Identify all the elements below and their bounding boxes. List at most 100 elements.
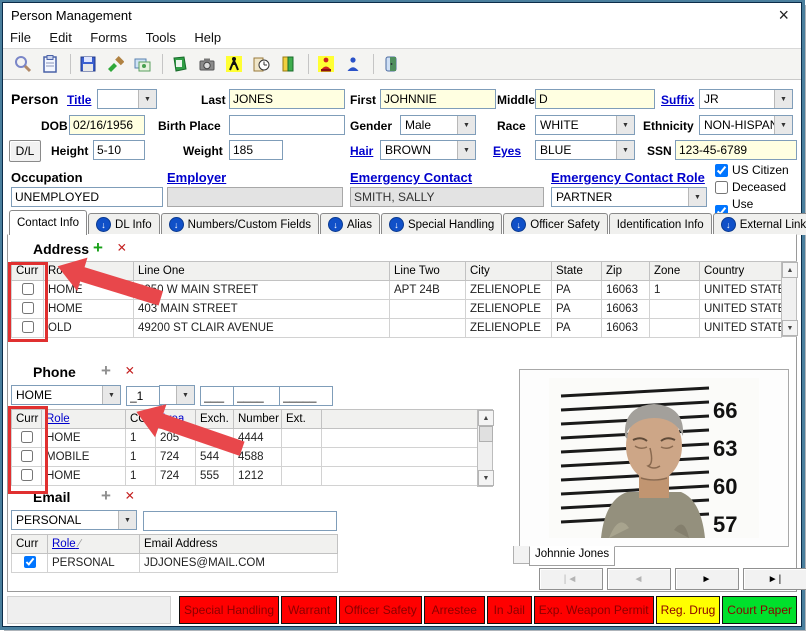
menu-edit[interactable]: Edit — [42, 27, 78, 48]
chevron-down-icon[interactable]: ▼ — [457, 116, 475, 134]
add-phone-icon[interactable]: + — [101, 361, 111, 381]
chevron-down-icon[interactable]: ▼ — [616, 141, 634, 159]
address-book-icon[interactable] — [168, 52, 192, 76]
emergency-contact-field[interactable] — [350, 187, 544, 207]
col-cc[interactable]: CC — [126, 410, 156, 429]
race-select[interactable]: WHITE ▼ — [535, 115, 635, 135]
height-field[interactable] — [93, 140, 145, 160]
chevron-down-icon[interactable]: ▼ — [457, 141, 475, 159]
address-scrollbar[interactable]: ▲ ▼ — [781, 261, 797, 337]
phone-role-select[interactable]: HOME ▼ — [11, 385, 121, 405]
chevron-down-icon[interactable]: ▼ — [176, 386, 194, 404]
add-email-icon[interactable]: + — [101, 486, 111, 506]
col-line-one[interactable]: Line One — [134, 262, 390, 281]
phone-area-field[interactable] — [200, 386, 236, 406]
phone-cc-field[interactable] — [126, 386, 162, 406]
col-exch[interactable]: Exch. — [196, 410, 234, 429]
menu-forms[interactable]: Forms — [83, 27, 134, 48]
search-icon[interactable] — [11, 52, 35, 76]
scroll-up-icon[interactable]: ▲ — [782, 262, 798, 278]
chevron-down-icon[interactable]: ▼ — [688, 188, 706, 206]
deceased-box[interactable] — [715, 181, 728, 194]
chevron-down-icon[interactable]: ▼ — [118, 511, 136, 529]
tab-special-handling[interactable]: ↓Special Handling — [381, 213, 502, 235]
email-role-select[interactable]: PERSONAL ▼ — [11, 510, 137, 530]
tab-officer-safety[interactable]: ↓Officer Safety — [503, 213, 607, 235]
tab-numbers-custom-fields[interactable]: ↓Numbers/Custom Fields — [161, 213, 319, 235]
schedule-icon[interactable] — [249, 52, 273, 76]
photo-caption-tab[interactable]: Johnnie Jones — [529, 546, 615, 566]
add-address-icon[interactable]: + — [93, 238, 103, 258]
curr-checkbox[interactable] — [22, 283, 34, 295]
col-number[interactable]: Number — [234, 410, 282, 429]
menu-help[interactable]: Help — [187, 27, 228, 48]
address-row[interactable]: OLD 49200 ST CLAIR AVENUE ZELIENOPLE PA … — [12, 319, 782, 338]
delete-phone-icon[interactable]: × — [125, 361, 135, 381]
save-icon[interactable] — [76, 52, 100, 76]
chevron-down-icon[interactable]: ▼ — [774, 90, 792, 108]
tab-external-links[interactable]: ↓External Links — [713, 213, 806, 235]
next-photo-button[interactable]: ► — [675, 568, 739, 590]
warrant-flag[interactable]: Warrant — [281, 596, 337, 624]
delete-address-icon[interactable]: × — [117, 238, 127, 258]
notebook-icon[interactable] — [276, 52, 300, 76]
col-role[interactable]: Role — [44, 262, 134, 281]
col-country[interactable]: Country — [700, 262, 782, 281]
col-curr[interactable]: Curr — [12, 262, 44, 281]
curr-checkbox[interactable] — [21, 450, 33, 462]
camera-icon[interactable] — [195, 52, 219, 76]
person-icon[interactable] — [341, 52, 365, 76]
arrestee-flag[interactable]: Arrestee — [424, 596, 485, 624]
tab-alias[interactable]: ↓Alias — [320, 213, 380, 235]
first-name-field[interactable] — [380, 89, 496, 109]
dob-field[interactable] — [69, 115, 145, 135]
col-area[interactable]: Area — [156, 410, 196, 429]
gender-select[interactable]: Male ▼ — [400, 115, 476, 135]
col-curr[interactable]: Curr — [12, 410, 42, 429]
tab-identification-info[interactable]: Identification Info — [609, 213, 712, 235]
scroll-down-icon[interactable]: ▼ — [478, 470, 494, 486]
first-photo-button[interactable]: |◄ — [539, 568, 603, 590]
chevron-down-icon[interactable]: ▼ — [102, 386, 120, 404]
hair-select[interactable]: BROWN ▼ — [380, 140, 476, 160]
curr-checkbox[interactable] — [22, 302, 34, 314]
phone-row[interactable]: MOBILE 1 724 544 4588 — [12, 448, 478, 467]
title-link[interactable]: Title — [67, 93, 91, 107]
curr-checkbox[interactable] — [21, 469, 33, 481]
clipboard-icon[interactable] — [38, 52, 62, 76]
tab-contact-info[interactable]: Contact Info — [9, 210, 87, 235]
scrollbar-thumb[interactable] — [479, 426, 493, 442]
scroll-up-icon[interactable]: ▲ — [478, 410, 494, 426]
court-paper-flag[interactable]: Court Paper — [722, 596, 797, 624]
weight-field[interactable] — [229, 140, 283, 160]
pictures-icon[interactable] — [130, 52, 154, 76]
prev-photo-button[interactable]: ◄ — [607, 568, 671, 590]
last-name-field[interactable] — [229, 89, 345, 109]
last-photo-button[interactable]: ►| — [743, 568, 806, 590]
ethnicity-select[interactable]: NON-HISPANIC ▼ — [699, 115, 793, 135]
phone-exch-field[interactable] — [233, 386, 281, 406]
tab-dl-info[interactable]: ↓DL Info — [88, 213, 160, 235]
in-jail-flag[interactable]: In Jail — [487, 596, 532, 624]
brush-icon[interactable] — [103, 52, 127, 76]
delete-email-icon[interactable]: × — [125, 486, 135, 506]
address-row[interactable]: HOME 403 MAIN STREET ZELIENOPLE PA 16063… — [12, 300, 782, 319]
col-zip[interactable]: Zip — [602, 262, 650, 281]
phone-scrollbar[interactable]: ▲ ▼ — [477, 409, 493, 487]
suffix-select[interactable]: JR ▼ — [699, 89, 793, 109]
birth-place-field[interactable] — [229, 115, 345, 135]
address-row[interactable]: HOME 3950 W MAIN STREET APT 24B ZELIENOP… — [12, 281, 782, 300]
chevron-down-icon[interactable]: ▼ — [774, 116, 792, 134]
curr-checkbox[interactable] — [22, 321, 34, 333]
middle-name-field[interactable] — [535, 89, 655, 109]
us-citizen-checkbox[interactable]: US Citizen — [715, 163, 789, 177]
chevron-down-icon[interactable]: ▼ — [616, 116, 634, 134]
eyes-select[interactable]: BLUE ▼ — [535, 140, 635, 160]
employer-link[interactable]: Employer — [167, 170, 226, 185]
menu-tools[interactable]: Tools — [139, 27, 183, 48]
curr-checkbox[interactable] — [21, 431, 33, 443]
stamp-person-icon[interactable] — [314, 52, 338, 76]
col-curr[interactable]: Curr — [12, 535, 48, 554]
suffix-link[interactable]: Suffix — [661, 93, 694, 107]
col-zone[interactable]: Zone — [650, 262, 700, 281]
